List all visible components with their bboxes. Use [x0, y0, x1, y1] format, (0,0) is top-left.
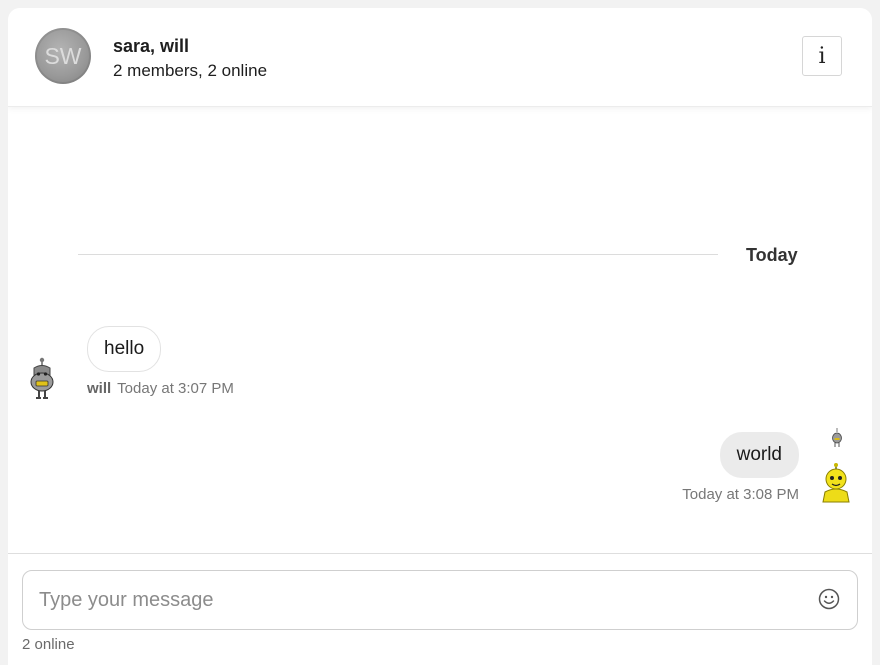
online-status: 2 online — [22, 636, 75, 653]
yellow-robot-avatar-icon[interactable] — [820, 462, 852, 506]
chat-header: SW sara, will 2 members, 2 online i — [8, 8, 872, 107]
chat-title: sara, will — [113, 36, 190, 56]
robot-avatar-icon[interactable] — [28, 357, 56, 401]
message-input[interactable] — [22, 570, 858, 630]
chat-subtitle: 2 members, 2 online — [113, 61, 268, 80]
message-list[interactable]: Today hello will Today at 3:07 PM world … — [8, 107, 872, 553]
message-bubble-incoming[interactable]: hello — [87, 326, 162, 372]
group-avatar: SW — [35, 28, 91, 84]
message-timestamp: Today at 3:08 PM — [682, 486, 799, 503]
info-icon: i — [818, 43, 826, 69]
message-sender: will — [87, 380, 112, 397]
message-meta-outgoing: Today at 3:08 PM — [682, 486, 799, 503]
chat-window: SW sara, will 2 members, 2 online i Toda… — [8, 8, 872, 665]
date-divider-label: Today — [746, 245, 798, 265]
message-timestamp: Today at 3:07 PM — [117, 380, 234, 397]
robot-read-receipt-icon — [832, 428, 842, 447]
smiley-icon[interactable] — [818, 588, 840, 610]
message-bubble-outgoing[interactable]: world — [719, 432, 799, 478]
message-text: world — [736, 444, 782, 465]
info-button[interactable]: i — [802, 36, 842, 76]
composer: 2 online — [8, 553, 872, 665]
date-divider-line — [78, 254, 718, 255]
group-avatar-initials: SW — [44, 42, 82, 69]
message-text: hello — [104, 338, 145, 359]
message-meta-incoming: will Today at 3:07 PM — [87, 380, 234, 397]
